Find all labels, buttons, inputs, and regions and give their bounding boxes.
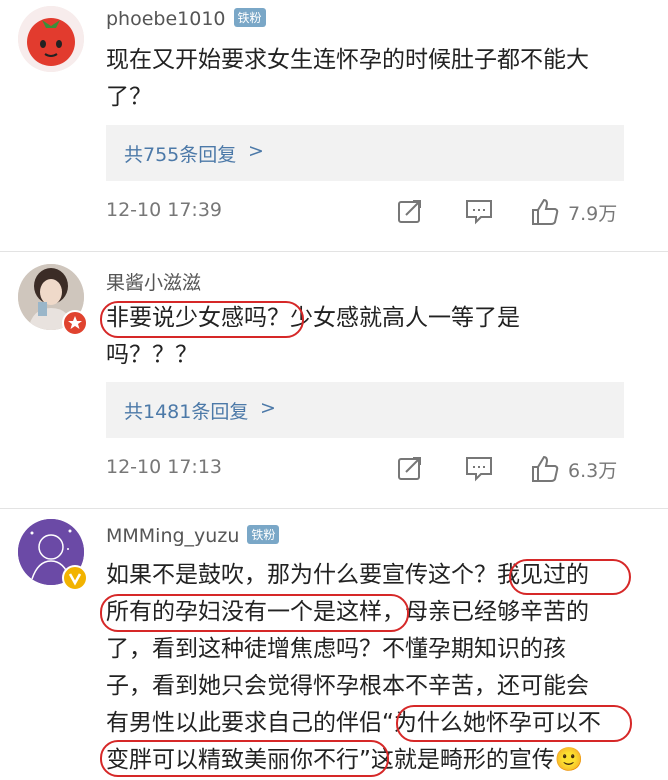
reply-count-link[interactable]: 共755条回复 bbox=[124, 140, 236, 167]
highlight-annotation bbox=[100, 301, 304, 338]
divider bbox=[0, 251, 668, 252]
verified-badge-icon bbox=[62, 565, 88, 591]
divider bbox=[0, 508, 668, 509]
comment-text: 现在又开始要求女生连怀孕的时候肚子都不能大 了？ bbox=[106, 42, 646, 116]
highlight-annotation bbox=[509, 559, 631, 595]
reply-count-link[interactable]: 共1481条回复 bbox=[124, 397, 248, 424]
like-count: 6.3万 bbox=[568, 460, 618, 482]
username[interactable]: phoebe1010 铁粉 bbox=[106, 8, 266, 30]
username[interactable]: MMMing_yuzu 铁粉 bbox=[106, 525, 280, 547]
username-text[interactable]: 果酱小滋滋 bbox=[106, 272, 201, 294]
comment-line: 了，看到这种徒增焦虑吗？不懂孕期知识的孩 bbox=[106, 636, 566, 662]
like-count: 7.9万 bbox=[568, 203, 618, 225]
username-text[interactable]: phoebe1010 bbox=[106, 8, 226, 30]
reply-summary[interactable]: 共755条回复 > bbox=[106, 125, 624, 181]
comment-line: 现在又开始要求女生连怀孕的时候肚子都不能大 bbox=[106, 47, 589, 73]
fan-badge: 铁粉 bbox=[233, 8, 266, 27]
highlight-annotation bbox=[100, 740, 389, 777]
comment-icon[interactable] bbox=[464, 454, 494, 486]
comment-line: 吗？？？ bbox=[106, 342, 198, 368]
comment-date: 12-10 17:13 bbox=[106, 456, 223, 478]
comment-line: 了？ bbox=[106, 84, 152, 110]
username-text[interactable]: MMMing_yuzu bbox=[106, 525, 239, 547]
like-icon[interactable] bbox=[530, 197, 560, 231]
repost-icon[interactable] bbox=[396, 197, 424, 229]
comment-meta: 12-10 17:13 6.3万 bbox=[106, 452, 646, 486]
like-icon[interactable] bbox=[530, 454, 560, 488]
username[interactable]: 果酱小滋滋 bbox=[106, 268, 201, 295]
avatar[interactable] bbox=[18, 6, 84, 72]
comment-icon[interactable] bbox=[464, 197, 494, 229]
chevron-right-icon: > bbox=[248, 140, 264, 162]
repost-icon[interactable] bbox=[396, 454, 424, 486]
highlight-annotation bbox=[100, 594, 409, 632]
comment-line: 子，看到她只会觉得怀孕根本不辛苦，还可能会 bbox=[106, 673, 589, 699]
reply-summary[interactable]: 共1481条回复 > bbox=[106, 382, 624, 438]
chevron-right-icon: > bbox=[260, 397, 276, 419]
tomato-avatar-icon bbox=[18, 6, 84, 72]
fan-badge: 铁粉 bbox=[247, 525, 280, 544]
highlight-annotation bbox=[396, 705, 632, 742]
comment-meta: 12-10 17:39 7.9万 bbox=[106, 195, 646, 229]
comment-date: 12-10 17:39 bbox=[106, 199, 223, 221]
verified-badge-icon bbox=[62, 310, 88, 336]
